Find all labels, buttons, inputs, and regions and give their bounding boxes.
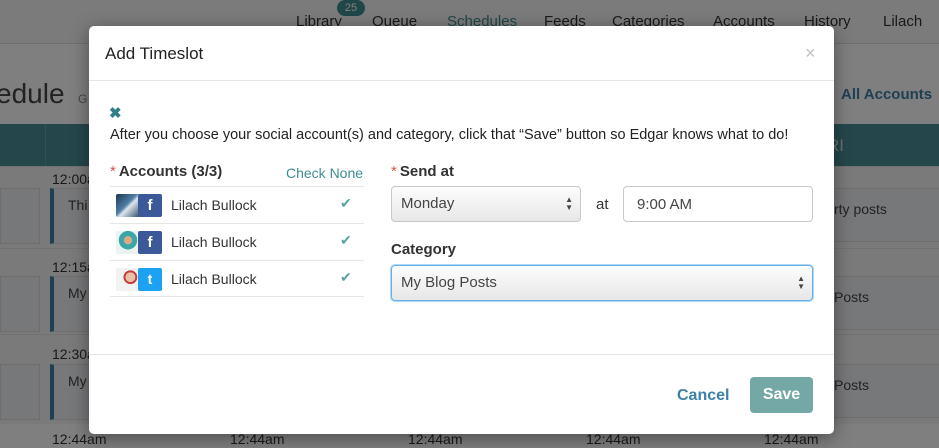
time-input[interactable] [623,186,813,222]
category-label: Category [391,241,457,258]
send-at-label-text: Send at [399,163,455,180]
account-row[interactable]: f Lilach Bullock ✔ [110,223,364,260]
dismiss-instructions-icon[interactable]: ✖ [109,104,122,122]
facebook-icon: f [138,231,162,254]
facebook-icon: f [138,194,162,217]
account-row[interactable]: f Lilach Bullock ✔ [110,186,364,223]
account-row[interactable]: t Lilach Bullock ✔ [110,260,364,297]
avatar [116,194,140,217]
cancel-button[interactable]: Cancel [677,387,729,405]
day-select-value: Monday [401,195,455,212]
account-name: Lilach Bullock [171,234,257,250]
account-name: Lilach Bullock [171,271,257,287]
check-none-link[interactable]: Check None [286,165,363,181]
select-arrows-icon: ▲ ▼ [797,274,805,291]
add-timeslot-modal: Add Timeslot × ✖ After you choose your s… [89,26,834,434]
instructions-text: After you choose your social account(s) … [110,127,789,143]
checkmark-icon[interactable]: ✔ [340,269,352,286]
twitter-icon: t [138,268,162,291]
select-arrows-icon: ▲ ▼ [565,195,573,212]
required-asterisk: * [391,163,397,180]
checkmark-icon[interactable]: ✔ [340,195,352,212]
required-asterisk: * [110,163,116,180]
modal-footer: Cancel Save [89,354,834,434]
at-label: at [596,196,609,213]
avatar [116,268,140,291]
send-at-label: * Send at [391,163,454,180]
save-button[interactable]: Save [750,377,813,413]
accounts-list: f Lilach Bullock ✔ f Lilach Bullock ✔ t … [110,186,364,297]
accounts-label-text: Accounts (3/3) [118,163,223,180]
category-select-value: My Blog Posts [401,274,497,291]
close-icon[interactable]: × [805,43,816,64]
checkmark-icon[interactable]: ✔ [340,232,352,249]
avatar [116,231,140,254]
accounts-label: * Accounts (3/3) [110,163,222,180]
category-select[interactable]: My Blog Posts ▲ ▼ [391,265,813,301]
modal-title: Add Timeslot [105,44,204,63]
modal-header: Add Timeslot × [89,26,834,81]
account-name: Lilach Bullock [171,197,257,213]
day-select[interactable]: Monday ▲ ▼ [391,186,581,222]
